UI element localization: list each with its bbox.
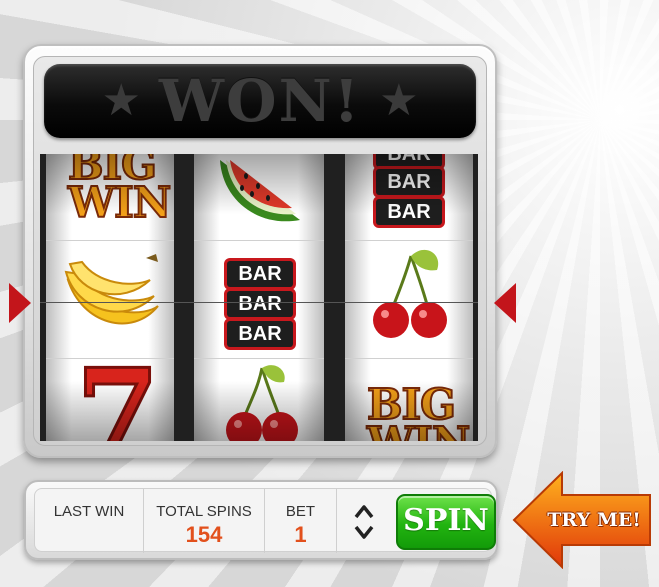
last-win-label: LAST WIN <box>53 503 125 520</box>
total-spins-label: TOTAL SPINS <box>156 503 252 520</box>
total-spins-value: 154 <box>185 522 223 547</box>
try-me-button[interactable]: TRY ME! <box>512 470 654 570</box>
try-me-label: TRY ME! <box>547 509 641 531</box>
cherry-icon <box>226 365 298 441</box>
win-title: WON! <box>158 67 362 135</box>
last-win-cell: LAST WIN <box>35 489 144 553</box>
payline <box>40 302 478 303</box>
bar-symbol: BAR <box>373 196 445 228</box>
seven-symbol: 7 <box>75 343 161 441</box>
bet-cell: BET 1 <box>265 489 337 553</box>
bet-value: 1 <box>294 522 307 547</box>
banana-icon <box>64 254 159 325</box>
reel-1: BIG WIN 7 <box>46 154 174 441</box>
win-banner: ★ WON! ★ <box>44 64 476 138</box>
watermelon-icon <box>220 160 300 222</box>
total-spins-cell: TOTAL SPINS 154 <box>144 489 265 553</box>
big-win-symbol: BIGWIN <box>67 154 172 227</box>
cherry-icon <box>373 249 447 338</box>
spin-button[interactable]: SPIN <box>396 494 496 550</box>
payline-left-arrow-icon <box>9 283 31 323</box>
star-icon: ★ <box>101 75 141 126</box>
reels-window: BIG WIN 7 BAR BAR BAR BAR BAR BAR BIG <box>40 154 478 441</box>
star-icon: ★ <box>379 75 419 126</box>
stats-bar: LAST WIN TOTAL SPINS 154 BET 1 SPIN <box>34 488 496 553</box>
big-win-symbol: BIGWIN <box>366 380 471 441</box>
reel-3: BAR BAR BAR BIGWIN <box>345 154 473 441</box>
bar-symbol: BAR <box>224 318 296 350</box>
up-down-chevron-icon[interactable] <box>353 501 375 543</box>
bar-symbol: BAR <box>373 166 445 198</box>
bar-symbol: BAR <box>224 258 296 290</box>
control-panel: LAST WIN TOTAL SPINS 154 BET 1 SPIN <box>24 480 498 560</box>
bet-label: BET <box>285 503 316 520</box>
bar-symbol: BAR <box>224 288 296 320</box>
reel-2: BAR BAR BAR <box>194 154 324 441</box>
payline-right-arrow-icon <box>494 283 516 323</box>
bet-stepper-cell <box>337 489 389 553</box>
